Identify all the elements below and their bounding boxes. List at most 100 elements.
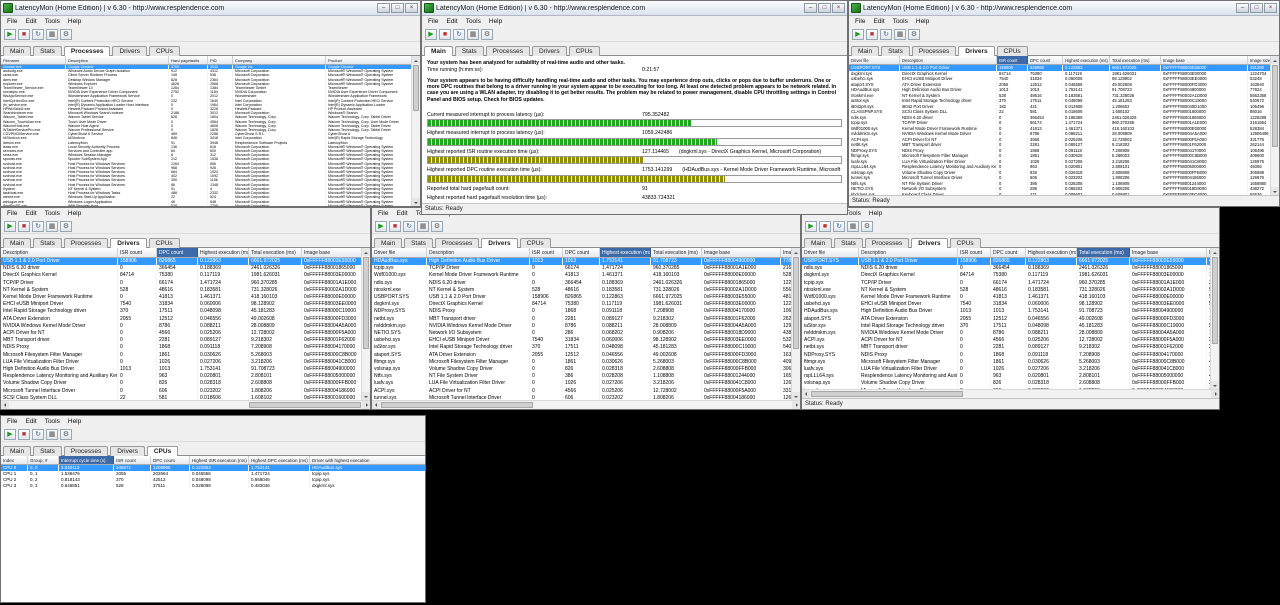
tab-drivers[interactable]: Drivers bbox=[532, 46, 567, 56]
column-header[interactable]: Group, # bbox=[28, 456, 59, 465]
table-row[interactable]: ntoskrnl.exeNT Kernel & System528486160.… bbox=[802, 287, 1210, 294]
table-row[interactable]: DirectX Graphics Kernel84714753800.11711… bbox=[1, 272, 361, 279]
column-header[interactable]: Filename bbox=[1, 56, 66, 65]
table-row[interactable]: volsnap.sysVolume Shadow Copy Driver0826… bbox=[372, 366, 791, 373]
table-row[interactable]: ntoskrnl.exeNT Kernel & System528486160.… bbox=[372, 287, 791, 294]
tab-cpus[interactable]: CPUs bbox=[950, 238, 981, 248]
menu-tools[interactable]: Tools bbox=[41, 210, 64, 217]
tab-main[interactable]: Main bbox=[424, 46, 453, 56]
scroll-left-icon[interactable] bbox=[1, 401, 9, 409]
table-row[interactable]: Intel Rapid Storage Technology driver370… bbox=[1, 308, 361, 315]
table-row[interactable]: USBPORT.SYSUSB 1.1 & 2.0 Port Driver1589… bbox=[372, 294, 791, 301]
tab-drivers[interactable]: Drivers bbox=[112, 46, 147, 56]
column-header[interactable]: Driver file bbox=[802, 248, 859, 258]
menu-edit[interactable]: Edit bbox=[21, 418, 40, 425]
table-row[interactable]: CPU 30, 30.646851528375110.0280980.48304… bbox=[1, 483, 425, 489]
screenshot-button[interactable]: ▦ bbox=[46, 429, 58, 440]
column-header[interactable]: Total execution (ms) bbox=[1110, 56, 1161, 65]
column-header[interactable]: Highest execution (ms) bbox=[198, 248, 249, 258]
column-header[interactable]: Description bbox=[427, 248, 530, 258]
vertical-scrollbar[interactable] bbox=[1270, 56, 1279, 195]
title-bar[interactable]: LatencyMon (Home Edition) | v 6.30 - htt… bbox=[422, 1, 847, 16]
column-header[interactable]: Description bbox=[1, 248, 118, 258]
title-bar[interactable]: LatencyMon (Home Edition) | v 6.30 - htt… bbox=[849, 1, 1279, 16]
menu-file[interactable]: File bbox=[424, 18, 442, 25]
options-button[interactable]: ⚙ bbox=[60, 221, 72, 232]
menu-file[interactable]: File bbox=[374, 210, 392, 217]
stop-monitor-button[interactable]: ■ bbox=[866, 29, 878, 40]
vertical-scrollbar[interactable] bbox=[1210, 248, 1219, 389]
tab-cpus[interactable]: CPUs bbox=[147, 446, 178, 456]
table-row[interactable]: rspLLL64.sysResplendence Latency Monitor… bbox=[802, 373, 1210, 380]
table-row[interactable]: HDAudBus.sysHigh Definition Audio Bus Dr… bbox=[802, 308, 1210, 315]
screenshot-button[interactable]: ▦ bbox=[467, 29, 479, 40]
tab-processes[interactable]: Processes bbox=[912, 46, 956, 56]
menu-help[interactable]: Help bbox=[485, 18, 506, 25]
column-header[interactable]: Image base bbox=[302, 248, 362, 258]
table-row[interactable]: HDAudBus.sysHigh Definition Audio Bus Dr… bbox=[372, 258, 791, 266]
column-header[interactable]: Description bbox=[859, 248, 958, 258]
tab-processes[interactable]: Processes bbox=[435, 238, 479, 248]
tab-main[interactable]: Main bbox=[3, 238, 31, 248]
table-row[interactable]: ndis.sysNDIS 6.20 driver03664540.1883692… bbox=[802, 265, 1210, 272]
tab-main[interactable]: Main bbox=[804, 238, 832, 248]
reset-button[interactable]: ↻ bbox=[453, 29, 465, 40]
tab-main[interactable]: Main bbox=[3, 46, 31, 56]
column-header[interactable]: Index bbox=[1, 456, 28, 465]
menu-tools[interactable]: Tools bbox=[889, 18, 912, 25]
table-row[interactable]: Ntfs.sysNT File System Driver03860.02820… bbox=[372, 373, 791, 380]
table-row[interactable]: volsnap.sysVolume Shadow Copy Driver0826… bbox=[802, 380, 1210, 387]
table-row[interactable]: fltmgr.sysMicrosoft Filesystem Filter Ma… bbox=[372, 359, 791, 366]
menu-edit[interactable]: Edit bbox=[392, 210, 411, 217]
stop-monitor-button[interactable]: ■ bbox=[18, 221, 30, 232]
options-button[interactable]: ⚙ bbox=[60, 429, 72, 440]
column-header[interactable]: Image base bbox=[1130, 248, 1207, 258]
column-header[interactable]: Highest execution (ms) bbox=[1026, 248, 1077, 258]
minimize-button[interactable]: – bbox=[1236, 3, 1249, 13]
menu-edit[interactable]: Edit bbox=[442, 18, 461, 25]
scroll-up-icon[interactable] bbox=[362, 248, 370, 256]
table-row[interactable]: tcpip.sysTCP/IP Driver0661741.471724960.… bbox=[372, 265, 791, 272]
table-row[interactable]: usbehci.sysEHCI eUSB Miniport Driver7540… bbox=[802, 301, 1210, 308]
menu-file[interactable]: File bbox=[851, 18, 869, 25]
scroll-right-icon[interactable] bbox=[1211, 390, 1219, 398]
menu-file[interactable]: File bbox=[3, 418, 21, 425]
horizontal-scrollbar[interactable] bbox=[1, 400, 370, 409]
column-header[interactable]: Description bbox=[66, 56, 169, 65]
maximize-button[interactable]: □ bbox=[1250, 3, 1263, 13]
table-row[interactable]: fltmgr.sysMicrosoft Filesystem Filter Ma… bbox=[802, 359, 1210, 366]
column-header[interactable]: Total execution (ms) bbox=[651, 248, 702, 258]
menu-edit[interactable]: Edit bbox=[21, 210, 40, 217]
tab-drivers[interactable]: Drivers bbox=[110, 446, 145, 456]
stop-monitor-button[interactable]: ■ bbox=[819, 221, 831, 232]
reset-button[interactable]: ↻ bbox=[32, 429, 44, 440]
table-row[interactable]: Wdf01000.sysKernel Mode Driver Framework… bbox=[802, 294, 1210, 301]
column-header[interactable]: Image size bbox=[1248, 56, 1271, 65]
scrollbar-thumb[interactable] bbox=[413, 65, 419, 111]
table-row[interactable]: NVIDIA Windows Kernel Mode Driver087860.… bbox=[1, 323, 361, 330]
horizontal-scrollbar[interactable] bbox=[802, 389, 1219, 398]
column-header[interactable]: Company bbox=[233, 56, 326, 65]
table-row[interactable]: iaStor.sysIntel Rapid Storage Technology… bbox=[372, 344, 791, 351]
start-monitor-button[interactable]: ▶ bbox=[4, 429, 16, 440]
tab-stats[interactable]: Stats bbox=[33, 238, 62, 248]
menu-help[interactable]: Help bbox=[64, 418, 85, 425]
table-row[interactable]: Volume Shadow Copy Driver08260.0283182.6… bbox=[1, 380, 361, 387]
options-button[interactable]: ⚙ bbox=[60, 29, 72, 40]
tab-main[interactable]: Main bbox=[851, 46, 879, 56]
stop-monitor-button[interactable]: ■ bbox=[389, 221, 401, 232]
table-row[interactable]: USBPORT.SYSUSB 1.1 & 2.0 Port Driver1589… bbox=[802, 258, 1210, 266]
table-row[interactable]: NT Kernel & System528486160.183581731.32… bbox=[1, 287, 361, 294]
menu-edit[interactable]: Edit bbox=[869, 18, 888, 25]
menu-edit[interactable]: Edit bbox=[21, 18, 40, 25]
scroll-up-icon[interactable] bbox=[412, 56, 420, 64]
stop-monitor-button[interactable]: ■ bbox=[439, 29, 451, 40]
column-header[interactable]: DPC count bbox=[151, 456, 190, 465]
column-header[interactable]: Driver with highest execution bbox=[310, 456, 426, 465]
column-header[interactable]: ISR count bbox=[114, 456, 151, 465]
options-button[interactable]: ⚙ bbox=[861, 221, 873, 232]
tab-stats[interactable]: Stats bbox=[455, 46, 484, 56]
start-monitor-button[interactable]: ▶ bbox=[425, 29, 437, 40]
column-header[interactable]: DPC count bbox=[1028, 56, 1063, 65]
table-row[interactable]: nvlddmkm.sysNVIDIA Windows Kernel Mode D… bbox=[802, 330, 1210, 337]
